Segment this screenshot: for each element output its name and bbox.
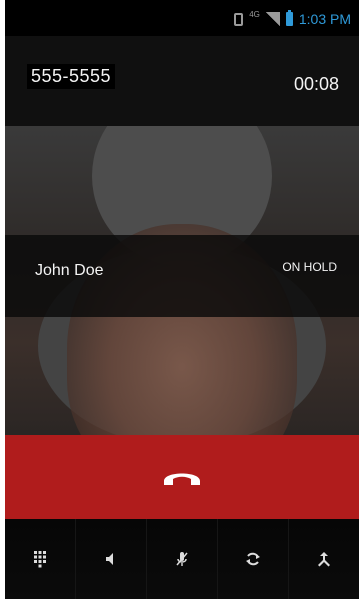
call-duration: 00:08 (293, 74, 339, 94)
swap-calls-button[interactable] (218, 519, 289, 599)
network-type-icon: 4G (249, 10, 260, 19)
mute-button[interactable] (147, 519, 218, 599)
mute-mic-icon (176, 552, 188, 566)
caller-name-bar: John Doe ON HOLD (5, 235, 359, 317)
status-icons: 4G 1:03 PM (234, 10, 351, 28)
merge-calls-button[interactable] (289, 519, 359, 599)
speaker-icon (106, 553, 113, 565)
caller-photo: John Doe ON HOLD (5, 126, 359, 435)
vibrate-icon (234, 12, 244, 26)
speaker-button[interactable] (76, 519, 147, 599)
hang-up-icon (164, 473, 200, 485)
phone-number: 555-5555 (27, 64, 116, 89)
swap-calls-icon (246, 552, 260, 566)
phone-screen: 4G 1:03 PM 555-5555 00:08 John Doe ON HO… (5, 0, 359, 599)
status-bar: 4G 1:03 PM (5, 0, 359, 36)
call-state-label: ON HOLD (282, 260, 337, 274)
signal-icon (265, 12, 280, 26)
caller-name: John Doe (35, 262, 104, 279)
call-controls (5, 519, 359, 599)
dialpad-button[interactable] (5, 519, 76, 599)
status-clock: 1:03 PM (298, 11, 351, 27)
end-call-button[interactable] (5, 435, 359, 519)
merge-calls-icon (318, 552, 330, 567)
dialpad-icon (34, 551, 46, 568)
battery-icon (285, 10, 293, 26)
call-info-bar: 555-5555 00:08 (5, 36, 359, 126)
